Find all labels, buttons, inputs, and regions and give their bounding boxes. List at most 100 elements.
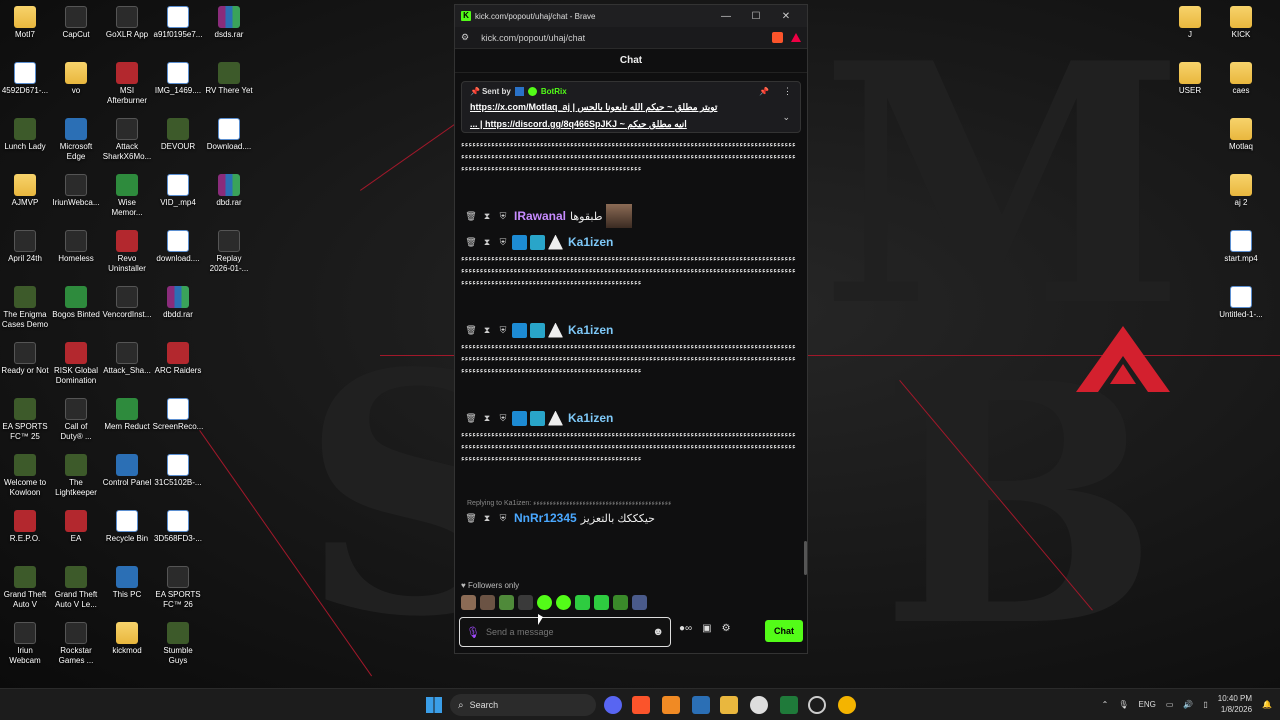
app-taskbar-icon[interactable] [838,696,856,714]
emote-icon[interactable] [499,595,514,610]
emote-icon[interactable] [461,595,476,610]
chat-message[interactable]: 🗑 ⧗ ⛨ NnRr12345 حيكككك بالتعزيز [461,507,797,529]
chat-message[interactable]: 🗑 ⧗ ⛨ Ka1izen [461,231,797,253]
delete-icon[interactable]: 🗑 [465,413,477,424]
delete-icon[interactable]: 🗑 [465,211,477,222]
chat-scrollbar[interactable] [804,541,807,575]
desktop-icon[interactable]: start.mp4 [1209,230,1273,286]
ban-icon[interactable]: ⛨ [497,325,509,336]
delete-icon[interactable]: 🗑 [465,513,477,524]
chat-username[interactable]: Ka1izen [568,411,613,425]
pinned-message[interactable]: 📌 Sent by BotRix 📌 ⋮ تويتر مطلق ~ حيكم ا… [461,81,801,133]
timeout-icon[interactable]: ⧗ [481,413,493,424]
desktop-icon[interactable]: EA SPORTS FC™ 26 [146,566,210,622]
timeout-icon[interactable]: ⧗ [481,325,493,336]
desktop-icon[interactable]: Stumble Guys [146,622,210,678]
desktop-icon[interactable]: aj 2 [1209,174,1273,230]
address-bar[interactable]: ⚙ kick.com/popout/uhaj/chat [455,27,807,49]
language-indicator[interactable]: ENG [1139,700,1156,709]
emote-icon[interactable] [632,595,647,610]
gift-icon[interactable]: ▣ [702,623,711,634]
notifications-icon[interactable]: 🔔 [1262,700,1272,709]
desktop-icon[interactable]: caes [1209,62,1273,118]
emote-icon[interactable] [613,595,628,610]
chat-message[interactable]: 🗑 ⧗ ⛨ IRawanal طبقوها [461,204,797,228]
excel-taskbar-icon[interactable] [780,696,798,714]
desktop-icon[interactable]: KICK [1209,6,1273,62]
ban-icon[interactable]: ⛨ [497,237,509,248]
site-settings-icon[interactable]: ⚙ [461,32,469,43]
emote-quick-bar[interactable] [461,595,651,610]
desktop-icon[interactable]: 3D568FD3-... [146,510,210,566]
emote-icon[interactable] [480,595,495,610]
reply-context[interactable]: Replying to Ka1izen: ءءءءءءءءءءءءءءءءءءء… [467,499,797,507]
pinned-username[interactable]: BotRix [541,87,567,96]
app-taskbar-icon[interactable] [662,696,680,714]
desktop-icon[interactable]: dsds.rar [197,6,261,62]
more-options-icon[interactable]: ⋮ [783,86,792,97]
chat-username[interactable]: Ka1izen [568,235,613,249]
timeout-icon[interactable]: ⧗ [481,237,493,248]
desktop-icon[interactable]: Download.... [197,118,261,174]
minimize-button[interactable]: — [711,11,741,22]
desktop-icon[interactable]: ARC Raiders [146,342,210,398]
emoji-picker-icon[interactable]: ☻ [652,626,664,638]
chevron-up-icon[interactable]: ⌃ [1102,700,1109,709]
emote-icon[interactable] [594,595,609,610]
pinned-line-1[interactable]: تويتر مطلق ~ حيكم الله تابعونا بالحس | h… [470,101,790,114]
microphone-icon[interactable]: 🎙 [466,626,486,639]
delete-icon[interactable]: 🗑 [465,325,477,336]
emote-icon[interactable] [537,595,552,610]
webcam-taskbar-icon[interactable] [750,696,768,714]
battery-icon[interactable]: ▯ [1203,700,1207,709]
emote-icon[interactable] [575,595,590,610]
brave-shields-icon[interactable] [772,32,783,43]
chat-username[interactable]: IRawanal [514,209,566,223]
title-bar[interactable]: K kick.com/popout/uhaj/chat - Brave — ☐ … [455,5,807,27]
app-taskbar-icon[interactable] [692,696,710,714]
brave-rewards-icon[interactable] [791,33,801,42]
timeout-icon[interactable]: ⧗ [481,513,493,524]
send-chat-button[interactable]: Chat [765,620,803,642]
clock[interactable]: 10:40 PM 1/8/2026 [1218,693,1252,715]
points-icon[interactable]: ●∞ [679,623,692,634]
desktop-icon[interactable]: Replay 2026-01-... [197,230,261,286]
unpin-icon[interactable]: 📌 [759,87,769,96]
chat-username[interactable]: Ka1izen [568,323,613,337]
file-explorer-taskbar-icon[interactable] [720,696,738,714]
url-text[interactable]: kick.com/popout/uhaj/chat [481,33,766,43]
emote-icon[interactable] [556,595,571,610]
desktop-icon[interactable]: 31C5102B-... [146,454,210,510]
chat-message[interactable]: 🗑 ⧗ ⛨ Ka1izen [461,319,797,341]
chevron-down-icon[interactable]: ⌄ [782,112,790,123]
microphone-tray-icon[interactable]: 🎙 [1118,700,1128,709]
desktop-icon[interactable]: Untitled-1-... [1209,286,1273,342]
start-button-windows-icon[interactable] [426,697,442,713]
chat-messages[interactable]: ءءءءءءءءءءءءءءءءءءءءءءءءءءءءءءءءءءءءءءءء… [461,139,797,579]
desktop-icon[interactable]: Motlaq [1209,118,1273,174]
chat-username[interactable]: NnRr12345 [514,511,577,525]
delete-icon[interactable]: 🗑 [465,237,477,248]
timeout-icon[interactable]: ⧗ [481,211,493,222]
settings-gear-icon[interactable]: ⚙ [722,623,731,634]
chat-input[interactable] [486,627,653,637]
discord-taskbar-icon[interactable] [604,696,622,714]
desktop-icon[interactable]: dbd.rar [197,174,261,230]
chat-message[interactable]: 🗑 ⧗ ⛨ Ka1izen [461,407,797,429]
ban-icon[interactable]: ⛨ [497,513,509,524]
ban-icon[interactable]: ⛨ [497,413,509,424]
desktop-icon[interactable]: RV There Yet [197,62,261,118]
chat-input-box[interactable]: 🎙 ☻ [459,617,671,647]
network-icon[interactable]: ▭ [1166,700,1174,709]
close-button[interactable]: ✕ [771,11,801,22]
xbox-taskbar-icon[interactable] [808,696,826,714]
desktop-icon[interactable]: dbdd.rar [146,286,210,342]
brave-taskbar-icon[interactable] [632,696,650,714]
pinned-line-2[interactable]: انيه مطلق حيكم ~ https://discord.gg/8q46… [470,118,790,131]
ban-icon[interactable]: ⛨ [497,211,509,222]
desktop-icon[interactable]: ScreenReco... [146,398,210,454]
volume-icon[interactable]: 🔊 [1183,700,1193,709]
maximize-button[interactable]: ☐ [741,11,771,22]
emote-icon[interactable] [518,595,533,610]
taskbar-search[interactable]: ⌕ Search [450,694,596,716]
